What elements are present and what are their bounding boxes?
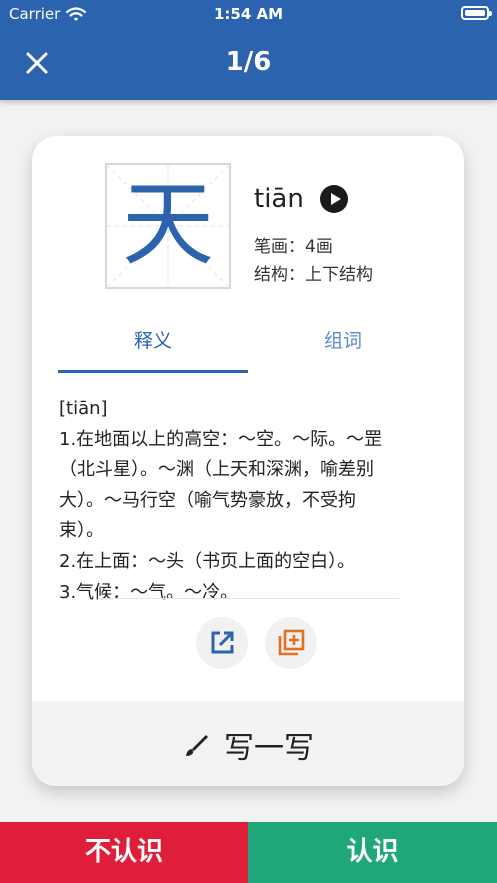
- pinyin: tiān: [254, 184, 304, 214]
- character-card: 天 tiān 笔画：4画 结构：上下结构 释义 组词 [tiān] 1.在地面以…: [32, 136, 464, 786]
- open-detail-button[interactable]: [196, 617, 248, 669]
- write-practice-content: 写一写: [32, 723, 464, 767]
- stroke-count: 笔画：4画: [254, 237, 333, 257]
- divider: [99, 598, 399, 599]
- open-external-icon: [211, 631, 234, 654]
- definition-line: 2.在上面：～头（书页上面的空白）。: [59, 550, 356, 572]
- play-audio-button[interactable]: [319, 185, 348, 213]
- pinyin-row: tiān: [254, 184, 348, 214]
- definition-line: 3.气候：～气。～冷。: [59, 581, 239, 603]
- brush-icon: [186, 735, 208, 756]
- definition-line: 1.在地面以上的高空：～空。～际。～罡: [59, 428, 383, 450]
- tab-bar: 释义 组词: [58, 314, 438, 374]
- known-button[interactable]: 认识: [248, 822, 497, 883]
- definition-line: 束）。: [59, 520, 104, 542]
- write-label: 写一写: [224, 731, 314, 766]
- add-to-list-icon: [278, 629, 305, 656]
- unknown-button[interactable]: 不认识: [0, 822, 248, 883]
- tab-words[interactable]: 组词: [248, 314, 438, 372]
- character-glyph: 天: [121, 171, 214, 278]
- top-bar: Carrier 1:54 AM 1/6: [0, 0, 497, 100]
- character-meta: 笔画：4画 结构：上下结构: [254, 233, 373, 289]
- status-time: 1:54 AM: [213, 5, 284, 23]
- tab-meaning[interactable]: 释义: [58, 314, 248, 372]
- battery-icon: [461, 6, 492, 20]
- page-title: 1/6: [225, 47, 272, 77]
- definition-line: [tiān]: [59, 398, 108, 419]
- structure: 结构：上下结构: [254, 265, 373, 285]
- definition-line: 大）。～马行空（喻气势豪放，不受拘: [59, 489, 356, 511]
- tab-indicator: [58, 370, 248, 373]
- write-practice-button[interactable]: 写一写: [32, 701, 464, 786]
- definition-line: （北斗星）。～渊（上天和深渊，喻差别: [59, 459, 374, 481]
- status-bar: Carrier 1:54 AM: [0, 0, 497, 28]
- character-box: 天: [105, 163, 231, 289]
- definition-text: [tiān] 1.在地面以上的高空：～空。～际。～罡 （北斗星）。～渊（上天和深…: [59, 394, 439, 608]
- add-to-list-button[interactable]: [265, 617, 317, 669]
